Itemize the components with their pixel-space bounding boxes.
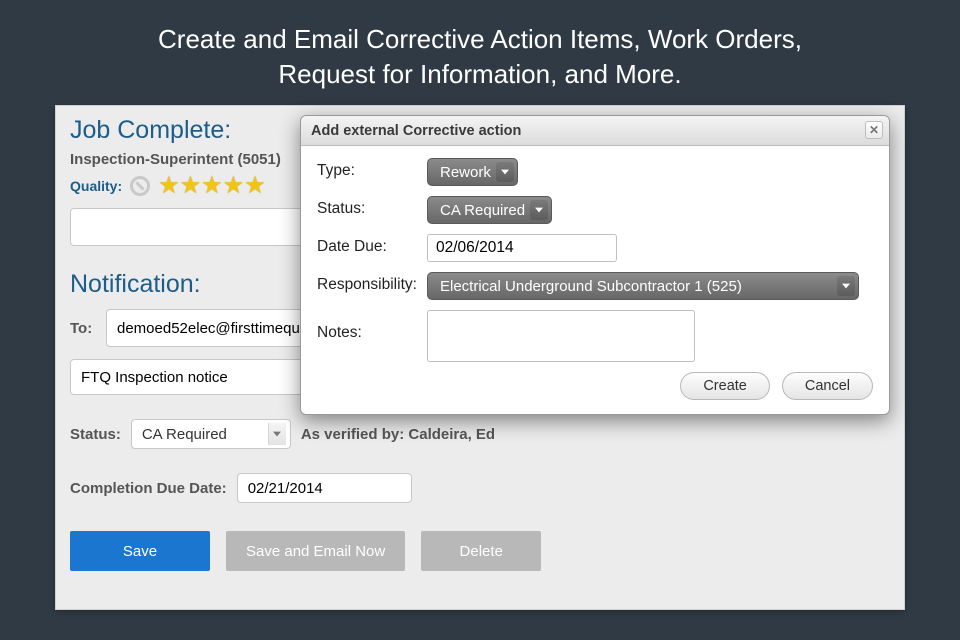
notes-label: Notes: — [317, 310, 427, 342]
type-select-value: Rework — [440, 164, 491, 181]
quality-label: Quality: — [70, 178, 122, 194]
delete-button[interactable]: Delete — [421, 531, 541, 571]
star-icon[interactable]: ★ — [180, 174, 202, 198]
date-due-input[interactable] — [427, 234, 617, 262]
to-label: To: — [70, 320, 98, 337]
responsibility-select[interactable]: Electrical Underground Subcontractor 1 (… — [427, 272, 859, 300]
star-icon[interactable]: ★ — [158, 174, 180, 198]
clear-rating-icon[interactable] — [130, 176, 150, 196]
modal-body: Type: Rework Status: CA Required Date Du… — [301, 146, 889, 414]
modal-status-label: Status: — [317, 196, 427, 218]
verified-by-text: As verified by: Caldeira, Ed — [301, 426, 495, 443]
modal-title: Add external Corrective action — [311, 123, 521, 139]
chevron-down-icon — [837, 276, 855, 296]
status-select-value: CA Required — [142, 426, 227, 443]
chevron-down-icon — [496, 162, 514, 182]
chevron-down-icon — [268, 423, 286, 445]
responsibility-label: Responsibility: — [317, 272, 427, 294]
star-rating[interactable]: ★ ★ ★ ★ ★ — [158, 174, 266, 198]
modal-header: Add external Corrective action ✕ — [301, 116, 889, 146]
star-icon[interactable]: ★ — [244, 174, 266, 198]
save-and-email-button[interactable]: Save and Email Now — [226, 531, 405, 571]
add-corrective-action-modal: Add external Corrective action ✕ Type: R… — [300, 115, 890, 415]
modal-actions: Create Cancel — [317, 372, 873, 400]
date-due-label: Date Due: — [317, 234, 427, 256]
completion-due-label: Completion Due Date: — [70, 480, 227, 497]
modal-status-select-value: CA Required — [440, 202, 525, 219]
banner-line-1: Create and Email Corrective Action Items… — [158, 24, 802, 54]
banner-line-2: Request for Information, and More. — [278, 59, 681, 89]
create-button[interactable]: Create — [680, 372, 770, 400]
star-icon[interactable]: ★ — [201, 174, 223, 198]
completion-due-input[interactable] — [237, 473, 412, 503]
responsibility-select-value: Electrical Underground Subcontractor 1 (… — [440, 278, 742, 295]
status-label: Status: — [70, 426, 121, 443]
type-label: Type: — [317, 158, 427, 180]
completion-due-row: Completion Due Date: — [70, 473, 890, 503]
marketing-banner: Create and Email Corrective Action Items… — [0, 0, 960, 110]
type-select[interactable]: Rework — [427, 158, 518, 186]
chevron-down-icon — [530, 200, 548, 220]
status-row: Status: CA Required As verified by: Cald… — [70, 419, 890, 449]
status-select[interactable]: CA Required — [131, 419, 291, 449]
cancel-button[interactable]: Cancel — [782, 372, 873, 400]
action-bar: Save Save and Email Now Delete — [70, 531, 890, 571]
star-icon[interactable]: ★ — [223, 174, 245, 198]
modal-status-select[interactable]: CA Required — [427, 196, 552, 224]
notes-textarea[interactable] — [427, 310, 695, 362]
save-button[interactable]: Save — [70, 531, 210, 571]
close-icon[interactable]: ✕ — [865, 121, 883, 139]
